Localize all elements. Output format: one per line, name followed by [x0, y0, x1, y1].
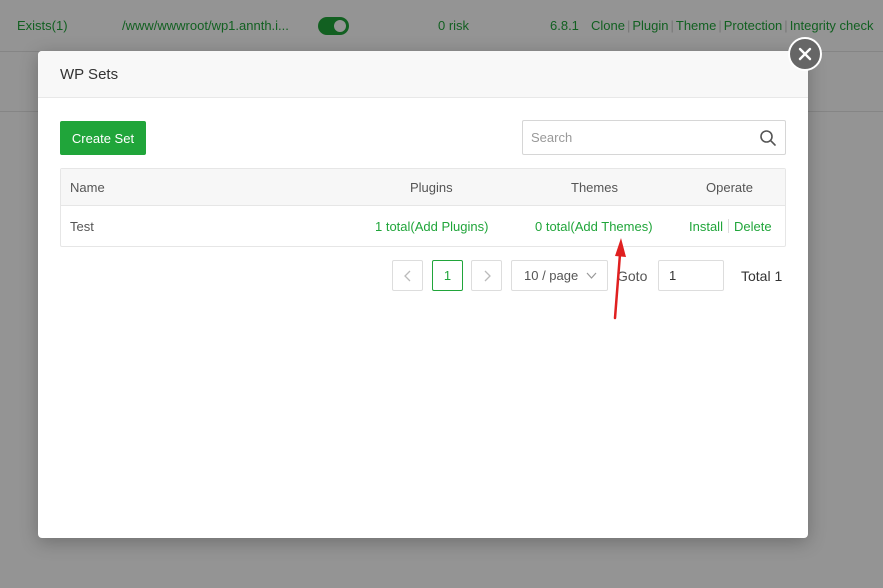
set-name: Test: [70, 218, 94, 234]
goto-label: Goto: [617, 267, 648, 284]
chevron-right-icon: [484, 270, 491, 281]
dialog-title: WP Sets: [60, 65, 119, 83]
column-header-plugins: Plugins: [410, 179, 453, 195]
add-themes-link[interactable]: 0 total(Add Themes): [535, 206, 653, 246]
prev-page-button[interactable]: [392, 260, 423, 291]
goto-page-input[interactable]: [658, 260, 724, 291]
operate-divider: [727, 219, 729, 233]
table-header: Name Plugins Themes Operate: [61, 169, 785, 206]
total-count: Total 1: [741, 267, 783, 284]
dialog-header: WP Sets: [38, 51, 808, 98]
close-dialog-button[interactable]: [788, 37, 822, 71]
page-size-label: 10 / page: [524, 268, 579, 283]
search-icon[interactable]: [759, 129, 777, 147]
install-link[interactable]: Install: [689, 219, 723, 234]
next-page-button[interactable]: [471, 260, 502, 291]
column-header-themes: Themes: [571, 179, 618, 195]
page-size-select[interactable]: 10 / page: [511, 260, 608, 291]
delete-link[interactable]: Delete: [734, 219, 772, 234]
column-header-operate: Operate: [706, 179, 753, 195]
chevron-left-icon: [403, 270, 410, 281]
search-input[interactable]: [523, 121, 785, 154]
create-set-button[interactable]: Create Set: [60, 121, 146, 155]
close-icon: [798, 47, 812, 61]
wp-sets-dialog: WP Sets Create Set Name Plugins Themes O…: [38, 51, 808, 538]
column-header-name: Name: [70, 179, 105, 195]
search-box: [522, 120, 786, 155]
page-number-button[interactable]: 1: [432, 260, 463, 291]
table-row: Test 1 total(Add Plugins) 0 total(Add Th…: [61, 206, 785, 246]
chevron-down-icon: [586, 272, 597, 279]
wp-sets-table: Name Plugins Themes Operate Test 1 total…: [60, 168, 786, 247]
add-plugins-link[interactable]: 1 total(Add Plugins): [375, 206, 488, 246]
